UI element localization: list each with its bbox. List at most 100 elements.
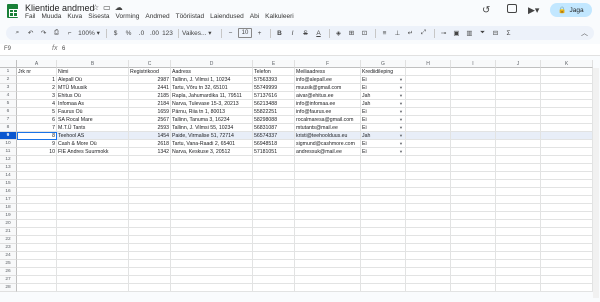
cell[interactable]	[406, 252, 451, 260]
cell[interactable]	[406, 196, 451, 204]
currency-format-button[interactable]: $	[110, 27, 121, 39]
cell[interactable]: Alepall Oü	[57, 76, 129, 84]
cell[interactable]: 1659	[129, 108, 171, 116]
cell[interactable]	[57, 204, 129, 212]
cell[interactable]	[541, 244, 593, 252]
cell[interactable]	[129, 188, 171, 196]
cell[interactable]	[129, 236, 171, 244]
cell[interactable]	[541, 236, 593, 244]
merge-cells-icon[interactable]: ⊡	[359, 27, 370, 39]
column-header[interactable]: J	[496, 60, 541, 68]
cell[interactable]	[129, 244, 171, 252]
cell[interactable]	[253, 228, 295, 236]
cell[interactable]	[406, 204, 451, 212]
row-header[interactable]: 19	[0, 212, 17, 220]
cell[interactable]	[295, 268, 361, 276]
cell[interactable]: Tallinn, J. Vilmsi 1, 10234	[171, 76, 253, 84]
cell[interactable]	[496, 244, 541, 252]
cell[interactable]: Narva, Keskuse 3, 20512	[171, 148, 253, 156]
formula-input[interactable]: 6	[62, 46, 65, 52]
cell[interactable]	[541, 212, 593, 220]
cell[interactable]	[496, 284, 541, 292]
cloud-status-icon[interactable]: ☁	[115, 3, 123, 12]
cell[interactable]	[496, 196, 541, 204]
cell[interactable]: Jah ▼	[361, 132, 406, 140]
cell[interactable]	[406, 228, 451, 236]
cell[interactable]	[171, 172, 253, 180]
cell[interactable]: SA Rocal Mare	[57, 116, 129, 124]
cell[interactable]: 3	[17, 92, 57, 100]
cell[interactable]	[17, 180, 57, 188]
cell[interactable]: Tallinn, Tanuma 3, 16234	[171, 116, 253, 124]
cell[interactable]	[361, 196, 406, 204]
cell[interactable]	[171, 228, 253, 236]
cell[interactable]: 10	[17, 148, 57, 156]
cell[interactable]	[171, 244, 253, 252]
cell[interactable]	[17, 244, 57, 252]
cell[interactable]: Rapla, Jahumardika 11, 79511	[171, 92, 253, 100]
cell[interactable]: Jah ▼	[361, 92, 406, 100]
row-header[interactable]: 8	[0, 124, 17, 132]
row-header[interactable]: 26	[0, 268, 17, 276]
cell[interactable]: 5	[17, 108, 57, 116]
cell[interactable]	[541, 188, 593, 196]
fill-color-icon[interactable]: ◈	[333, 27, 344, 39]
cell[interactable]	[361, 212, 406, 220]
cell[interactable]: rocalmaresa@gmail.com	[295, 116, 361, 124]
cell[interactable]: sigmund@cashmore.com	[295, 140, 361, 148]
cell[interactable]	[451, 84, 496, 92]
cell[interactable]: 2987	[129, 76, 171, 84]
header-cell[interactable]: Aadress	[171, 68, 253, 76]
cell[interactable]	[361, 252, 406, 260]
decrease-font-size-icon[interactable]: −	[225, 27, 236, 39]
cell[interactable]	[406, 76, 451, 84]
cell[interactable]	[406, 260, 451, 268]
cell[interactable]	[129, 172, 171, 180]
history-icon[interactable]: ↺	[482, 5, 490, 16]
insert-link-icon[interactable]: ⊸	[438, 27, 449, 39]
cell[interactable]	[253, 196, 295, 204]
cell[interactable]	[253, 188, 295, 196]
cell[interactable]: Paide, Virmalise 51, 72714	[171, 132, 253, 140]
row-header[interactable]: 27	[0, 276, 17, 284]
share-button[interactable]: 🔒 Jaga	[550, 3, 592, 17]
menu-data[interactable]: Andmed	[145, 13, 169, 20]
row-header[interactable]: 9	[0, 132, 17, 140]
cell[interactable]: 2185	[129, 92, 171, 100]
cell[interactable]	[541, 76, 593, 84]
cell[interactable]	[496, 164, 541, 172]
cell[interactable]	[451, 276, 496, 284]
cell[interactable]	[541, 148, 593, 156]
menu-tools[interactable]: Tööriistad	[176, 13, 205, 20]
cell[interactable]	[129, 180, 171, 188]
cell[interactable]	[253, 276, 295, 284]
cell[interactable]	[496, 228, 541, 236]
cell[interactable]	[171, 268, 253, 276]
cell[interactable]	[171, 212, 253, 220]
cell[interactable]	[57, 284, 129, 292]
cell[interactable]	[496, 124, 541, 132]
column-header[interactable]: K	[541, 60, 593, 68]
cell[interactable]	[541, 124, 593, 132]
cell[interactable]: M.T.Ü Tants	[57, 124, 129, 132]
cell[interactable]	[496, 180, 541, 188]
row-header[interactable]: 22	[0, 236, 17, 244]
cell[interactable]	[496, 84, 541, 92]
cell[interactable]	[17, 164, 57, 172]
dropdown-chevron-icon[interactable]: ▼	[399, 108, 403, 115]
cell[interactable]	[361, 268, 406, 276]
cell[interactable]	[541, 132, 593, 140]
cell[interactable]	[57, 188, 129, 196]
cell[interactable]	[129, 204, 171, 212]
column-header[interactable]: D	[171, 60, 253, 68]
cell[interactable]	[295, 276, 361, 284]
cell[interactable]: 55749999	[253, 84, 295, 92]
cell[interactable]	[451, 76, 496, 84]
cell[interactable]	[406, 140, 451, 148]
cell[interactable]	[541, 68, 593, 76]
cell[interactable]	[496, 68, 541, 76]
cell[interactable]	[171, 284, 253, 292]
cell[interactable]	[129, 196, 171, 204]
cell[interactable]	[451, 236, 496, 244]
cell[interactable]	[496, 172, 541, 180]
